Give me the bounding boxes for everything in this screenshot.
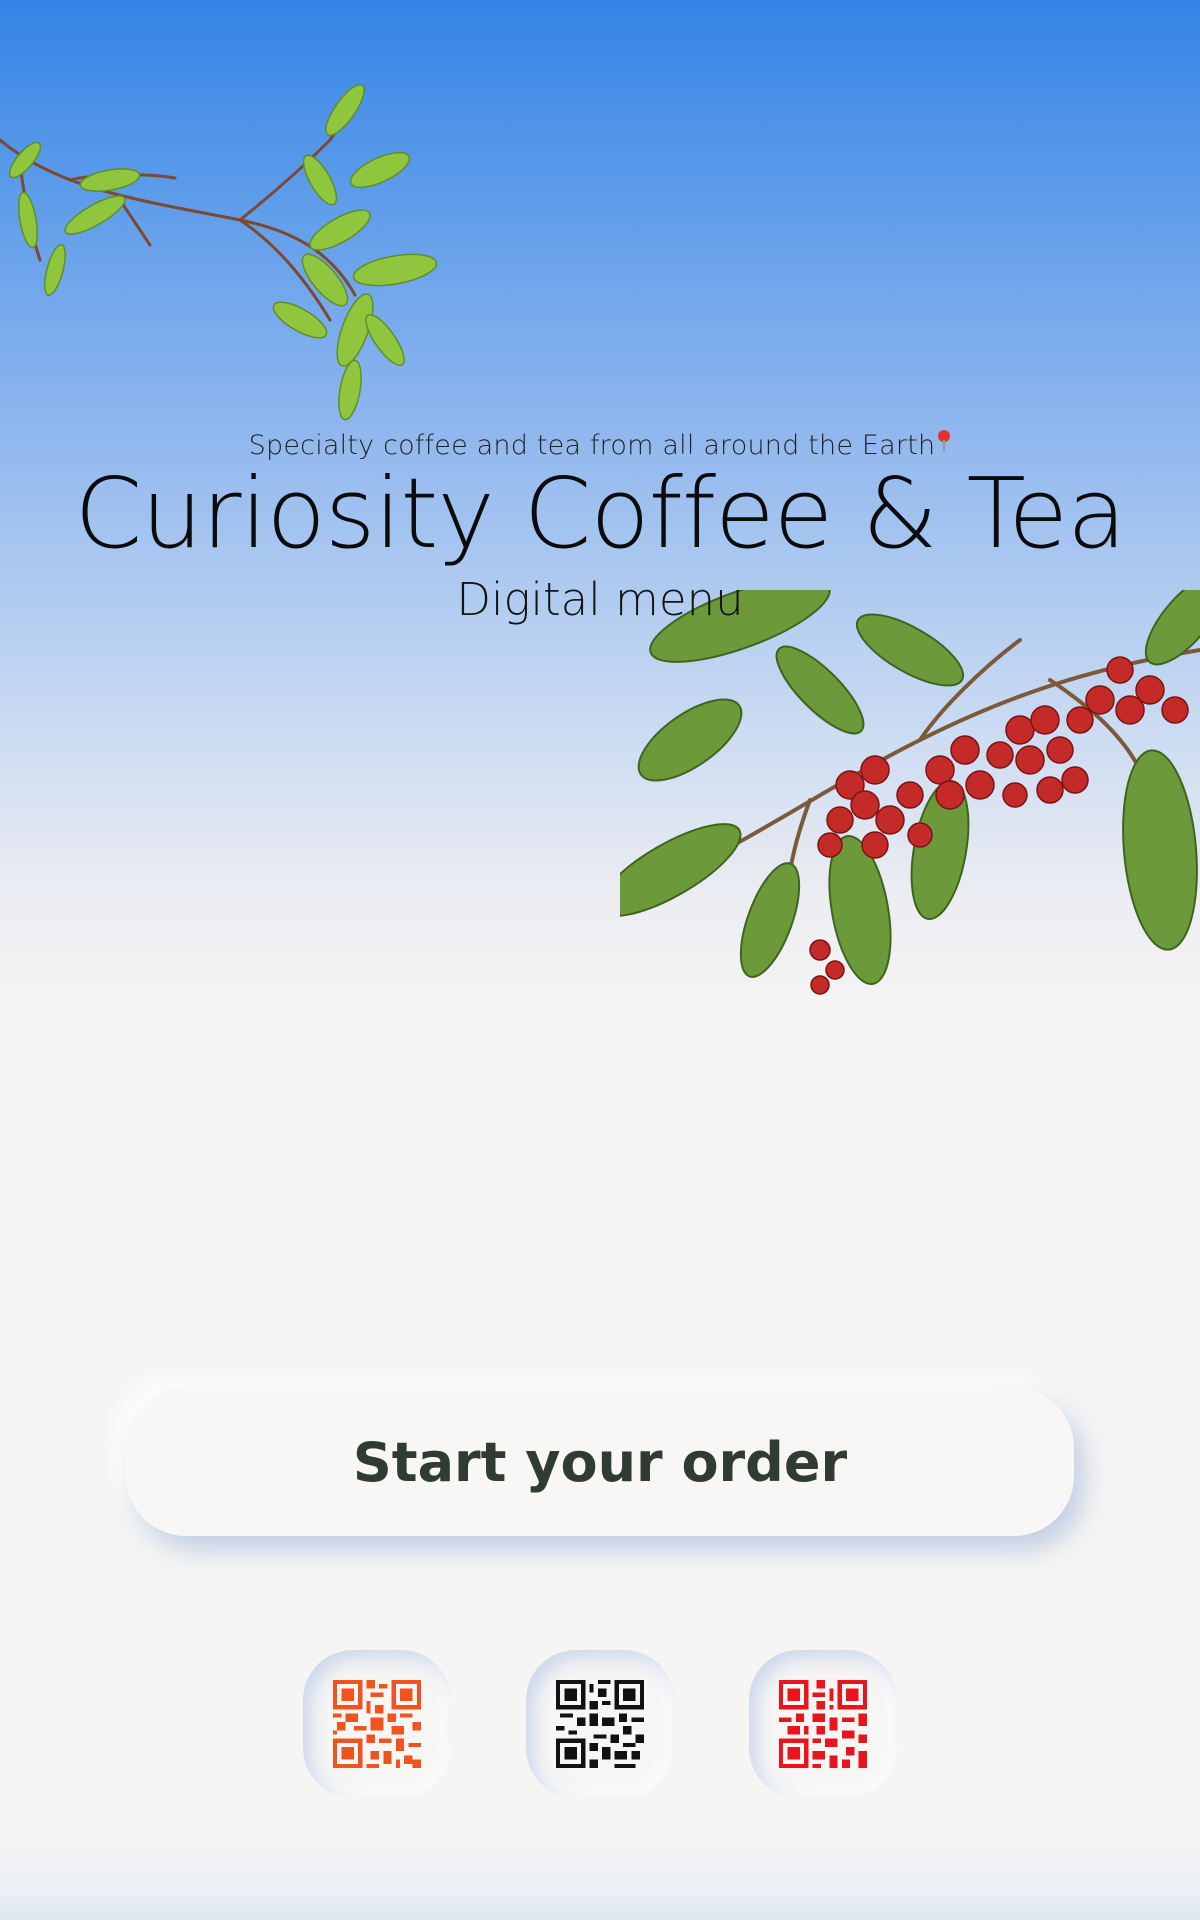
page-title: Curiosity Coffee & Tea bbox=[74, 457, 1126, 570]
page-subtitle: Digital menu bbox=[456, 572, 744, 626]
qr-code-button-2[interactable] bbox=[526, 1650, 674, 1798]
coffee-branch-illustration bbox=[620, 590, 1200, 995]
qr-code-icon bbox=[779, 1680, 867, 1768]
start-order-button[interactable]: Start your order bbox=[126, 1388, 1074, 1536]
qr-code-button-3[interactable] bbox=[749, 1650, 897, 1798]
qr-code-icon bbox=[333, 1680, 421, 1768]
qr-code-icon bbox=[556, 1680, 644, 1768]
location-pin-icon bbox=[937, 430, 951, 452]
qr-code-row bbox=[0, 1650, 1200, 1800]
qr-code-button-1[interactable] bbox=[303, 1650, 451, 1798]
header: Specialty coffee and tea from all around… bbox=[0, 430, 1200, 626]
tea-branch-illustration bbox=[0, 84, 438, 421]
